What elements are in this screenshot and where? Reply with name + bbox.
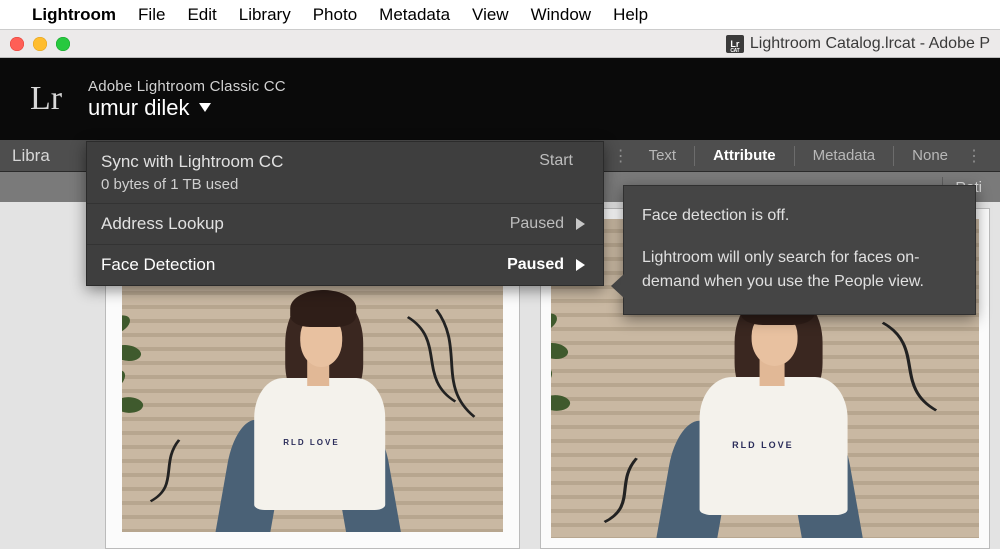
window-title: Lightroom Catalog.lrcat - Adobe P [750,35,990,53]
menu-library[interactable]: Library [239,5,291,25]
person-figure: RLD LOVE [186,272,430,532]
menu-help[interactable]: Help [613,5,648,25]
shirt-print: RLD LOVE [283,438,339,447]
sync-row-title: Sync with Lightroom CC [101,152,539,172]
sync-row-title: Face Detection [101,255,507,275]
sync-row-title: Address Lookup [101,214,510,234]
sync-row-face-detection[interactable]: Face Detection Paused [87,245,603,285]
filter-tab-metadata[interactable]: Metadata [807,147,882,164]
menu-app[interactable]: Lightroom [32,5,116,25]
menu-view[interactable]: View [472,5,509,25]
lightroom-logo-icon: Lr [22,75,70,123]
grip-dots-icon: ⋮ [966,146,984,166]
user-name: umur dilek [88,95,189,121]
filter-tab-attribute[interactable]: Attribute [707,147,782,164]
filter-tab-group: ⋮ Text Attribute Metadata None ⋮ [613,146,984,166]
tooltip-title: Face detection is off. [642,204,957,228]
sync-activity-panel: Sync with Lightroom CC 0 bytes of 1 TB u… [86,141,604,286]
identity-dropdown[interactable]: umur dilek [88,95,286,121]
foliage-icon [551,315,615,475]
menu-metadata[interactable]: Metadata [379,5,450,25]
product-name: Adobe Lightroom Classic CC [88,78,286,95]
app-window: Lr CAT Lightroom Catalog.lrcat - Adobe P… [0,30,1000,549]
play-icon[interactable] [576,218,585,230]
sync-start-button[interactable]: Start [539,152,573,170]
menu-window[interactable]: Window [531,5,591,25]
sync-row-subtitle: 0 bytes of 1 TB used [101,176,539,193]
module-label-library[interactable]: Libra [0,146,62,166]
traffic-lights [10,37,70,51]
play-icon[interactable] [576,259,585,271]
status-label: Paused [510,215,564,233]
foliage-icon [122,317,179,471]
sync-row-sync[interactable]: Sync with Lightroom CC 0 bytes of 1 TB u… [87,142,603,204]
tooltip-body: Lightroom will only search for faces on-… [642,246,957,294]
sync-row-address-lookup[interactable]: Address Lookup Paused [87,204,603,245]
mac-menu-bar: Lightroom File Edit Library Photo Metada… [0,0,1000,30]
zoom-window-button[interactable] [56,37,70,51]
app-identity-bar: Lr Adobe Lightroom Classic CC umur dilek [0,58,1000,140]
filter-tab-text[interactable]: Text [643,147,683,164]
chevron-down-icon [199,103,211,112]
minimize-window-button[interactable] [33,37,47,51]
face-detection-tooltip: Face detection is off. Lightroom will on… [623,185,976,315]
menu-file[interactable]: File [138,5,165,25]
shirt-print: RLD LOVE [732,440,794,450]
close-window-button[interactable] [10,37,24,51]
menu-edit[interactable]: Edit [187,5,216,25]
catalog-file-icon: Lr CAT [726,35,744,53]
menu-photo[interactable]: Photo [313,5,357,25]
grip-dots-icon: ⋮ [613,146,631,166]
status-label: Paused [507,256,564,274]
filter-tab-none[interactable]: None [906,147,954,164]
window-titlebar: Lr CAT Lightroom Catalog.lrcat - Adobe P [0,30,1000,58]
